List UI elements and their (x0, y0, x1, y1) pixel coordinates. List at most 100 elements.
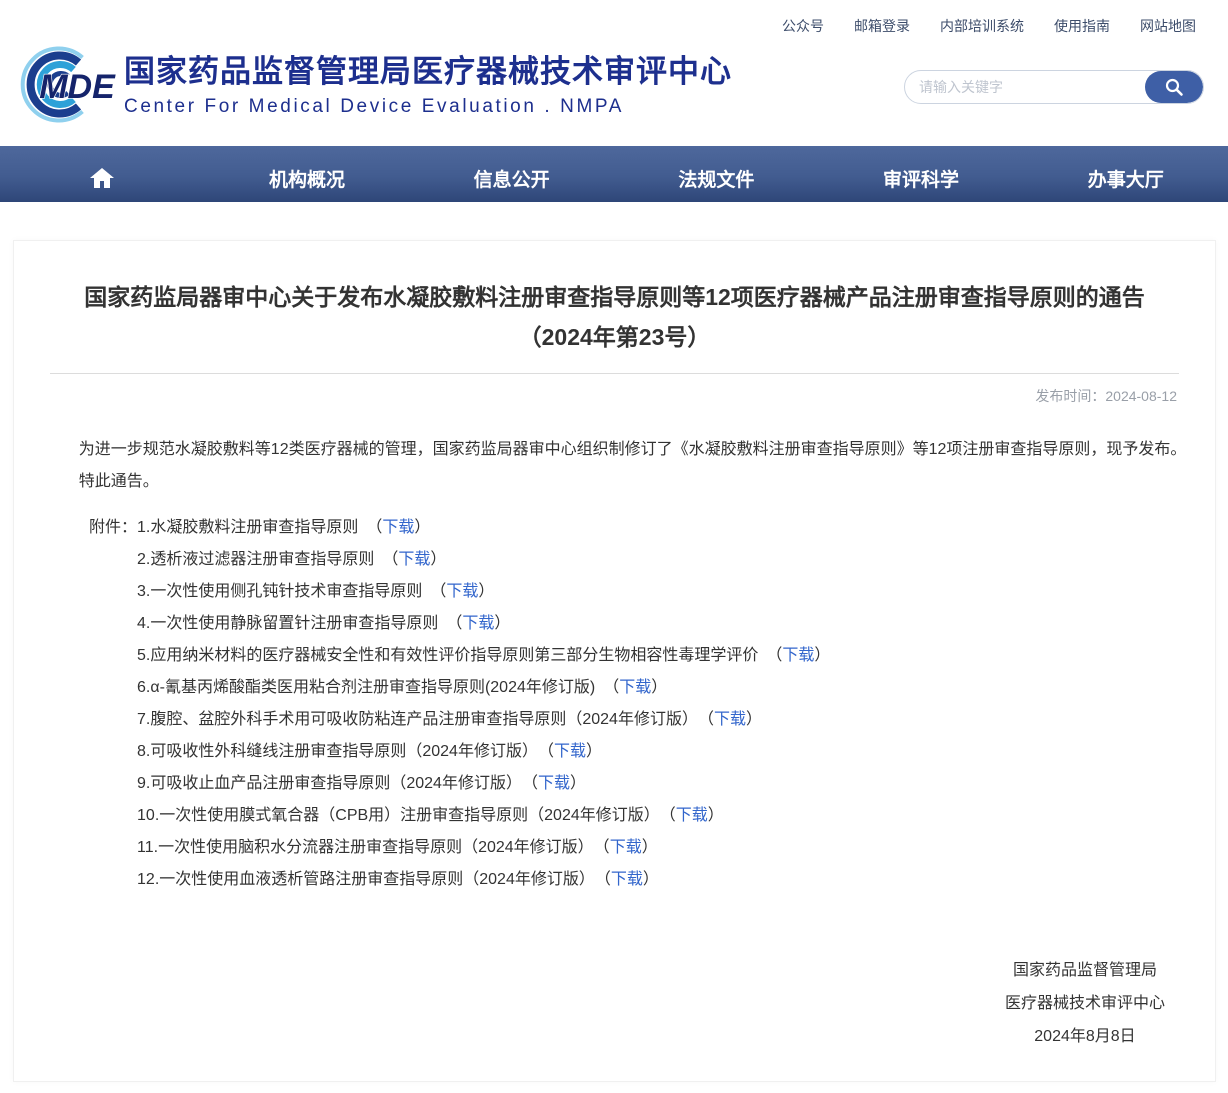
attachment-title: 6.α-氰基丙烯酸酯类医用粘合剂注册审查指导原则(2024年修订版) (137, 679, 595, 696)
site-logo[interactable]: MDE 国家药品监督管理局医疗器械技术审评中心 Center For Medic… (16, 42, 732, 128)
attachment-download-link[interactable]: 下载 (382, 519, 414, 536)
nav-item-review-science[interactable]: 审评科学 (819, 146, 1024, 202)
paren-close: ） (651, 679, 667, 696)
signature-org-line1: 国家药品监督管理局 (1005, 954, 1165, 987)
search-button[interactable] (1145, 71, 1203, 103)
attachment-title: 8.可吸收性外科缝线注册审查指导原则（2024年修订版） (137, 743, 538, 760)
attachment-row: 10.一次性使用膜式氧合器（CPB用）注册审查指导原则（2024年修订版） （下载… (137, 800, 830, 832)
publish-date: 2024-08-12 (1105, 388, 1177, 404)
paren-close: ） (814, 647, 830, 664)
attachment-download-link[interactable]: 下载 (714, 711, 746, 728)
paren-open: （ (706, 711, 714, 728)
attachment-row: 11.一次性使用脑积水分流器注册审查指导原则（2024年修订版） （下载） (137, 832, 830, 864)
attachment-download-link[interactable]: 下载 (398, 551, 430, 568)
paren-open: （ (382, 551, 398, 568)
paren-close: ） (746, 711, 762, 728)
search-input[interactable] (905, 71, 1145, 103)
attachment-download-link[interactable]: 下载 (782, 647, 814, 664)
paren-close: ） (586, 743, 602, 760)
cmde-logo-icon: MDE (16, 42, 118, 128)
nav-item-service-hall[interactable]: 办事大厅 (1023, 146, 1228, 202)
attachment-download-link[interactable]: 下载 (538, 775, 570, 792)
attachment-row: 12.一次性使用血液透析管路注册审查指导原则（2024年修订版） （下载） (137, 864, 830, 896)
nav-item-home[interactable] (0, 146, 205, 202)
attachment-title: 5.应用纳米材料的医疗器械安全性和有效性评价指导原则第三部分生物相容性毒理学评价 (137, 647, 758, 664)
paren-open: （ (366, 519, 382, 536)
attachment-title: 7.腹腔、盆腔外科手术用可吸收防粘连产品注册审查指导原则（2024年修订版） (137, 711, 698, 728)
attachment-row: 6.α-氰基丙烯酸酯类医用粘合剂注册审查指导原则(2024年修订版) （下载） (137, 672, 830, 704)
signature-org-line2: 医疗器械技术审评中心 (1005, 987, 1165, 1020)
attachment-title: 1.水凝胶敷料注册审查指导原则 (137, 519, 358, 536)
paren-open: （ (430, 583, 446, 600)
paren-close: ） (570, 775, 586, 792)
main-nav: 机构概况 信息公开 法规文件 审评科学 办事大厅 (0, 146, 1228, 202)
paren-close: ） (414, 519, 430, 536)
attachment-title: 11.一次性使用脑积水分流器注册审查指导原则（2024年修订版） (137, 839, 594, 856)
top-links-bar: 公众号 邮箱登录 内部培训系统 使用指南 网站地图 (0, 0, 1228, 36)
attachment-row: 5.应用纳米材料的医疗器械安全性和有效性评价指导原则第三部分生物相容性毒理学评价… (137, 640, 830, 672)
nav-item-info-disclosure[interactable]: 信息公开 (409, 146, 614, 202)
attachment-download-link[interactable]: 下载 (610, 839, 642, 856)
top-link-mail-login[interactable]: 邮箱登录 (854, 16, 910, 36)
attachment-title: 2.透析液过滤器注册审查指导原则 (137, 551, 374, 568)
nav-item-about[interactable]: 机构概况 (205, 146, 410, 202)
search-box (904, 70, 1204, 104)
attachment-title: 12.一次性使用血液透析管路注册审查指导原则（2024年修订版） (137, 871, 595, 888)
top-link-training-system[interactable]: 内部培训系统 (940, 16, 1024, 36)
article-paragraph: 特此通告。 (34, 466, 1195, 498)
paren-close: ） (642, 839, 658, 856)
paren-close: ） (643, 871, 659, 888)
attachment-row: 3.一次性使用侧孔钝针技术审查指导原则 （下载） (137, 576, 830, 608)
paren-close: ） (478, 583, 494, 600)
attachment-download-link[interactable]: 下载 (462, 615, 494, 632)
paren-open: （ (530, 775, 538, 792)
paren-close: ） (430, 551, 446, 568)
top-link-site-map[interactable]: 网站地图 (1140, 16, 1196, 36)
search-icon (1164, 77, 1184, 97)
paren-close: ） (708, 807, 724, 824)
paren-open: （ (546, 743, 554, 760)
attachment-download-link[interactable]: 下载 (619, 679, 651, 696)
paren-open: （ (602, 839, 610, 856)
nav-item-regulations[interactable]: 法规文件 (614, 146, 819, 202)
attachments-section: 附件： 1.水凝胶敷料注册审查指导原则（下载） 2.透析液过滤器注册审查指导原则… (89, 512, 1215, 896)
article-title: 国家药监局器审中心关于发布水凝胶敷料注册审查指导原则等12项医疗器械产品注册审查… (56, 277, 1173, 357)
paren-open: （ (446, 615, 462, 632)
attachments-label: 附件： (89, 512, 137, 544)
attachment-row: 1.水凝胶敷料注册审查指导原则 （下载） (137, 512, 830, 544)
site-title-cn: 国家药品监督管理局医疗器械技术审评中心 (124, 52, 732, 92)
site-header: 公众号 邮箱登录 内部培训系统 使用指南 网站地图 MDE 国家药品监督管理局医… (0, 0, 1228, 146)
attachment-download-link[interactable]: 下载 (446, 583, 478, 600)
publish-time-label: 发布时间： (1035, 388, 1105, 404)
paren-open: （ (766, 647, 782, 664)
paren-open: （ (603, 871, 611, 888)
attachment-download-link[interactable]: 下载 (676, 807, 708, 824)
site-title-en: Center For Medical Device Evaluation . N… (124, 96, 732, 118)
attachment-row: 4.一次性使用静脉留置针注册审查指导原则 （下载） (137, 608, 830, 640)
attachment-row: 7.腹腔、盆腔外科手术用可吸收防粘连产品注册审查指导原则（2024年修订版） （下… (137, 704, 830, 736)
attachment-title: 9.可吸收止血产品注册审查指导原则（2024年修订版） (137, 775, 522, 792)
signature-date: 2024年8月8日 (1005, 1020, 1165, 1053)
paren-open: （ (668, 807, 676, 824)
attachment-title: 4.一次性使用静脉留置针注册审查指导原则 (137, 615, 438, 632)
attachments-list: 1.水凝胶敷料注册审查指导原则（下载） 2.透析液过滤器注册审查指导原则（下载）… (137, 512, 830, 896)
attachment-row: 8.可吸收性外科缝线注册审查指导原则（2024年修订版） （下载） (137, 736, 830, 768)
notice-article-card: 国家药监局器审中心关于发布水凝胶敷料注册审查指导原则等12项医疗器械产品注册审查… (13, 240, 1216, 1082)
attachment-download-link[interactable]: 下载 (611, 871, 643, 888)
attachment-row: 9.可吸收止血产品注册审查指导原则（2024年修订版） （下载） (137, 768, 830, 800)
home-icon (89, 166, 115, 190)
attachment-title: 3.一次性使用侧孔钝针技术审查指导原则 (137, 583, 422, 600)
article-paragraph: 为进一步规范水凝胶敷料等12类医疗器械的管理，国家药监局器审中心组织制修订了《水… (34, 434, 1195, 466)
paren-close: ） (494, 615, 510, 632)
attachment-title: 10.一次性使用膜式氧合器（CPB用）注册审查指导原则（2024年修订版） (137, 807, 660, 824)
svg-text:MDE: MDE (39, 68, 116, 106)
title-divider (50, 373, 1179, 374)
attachment-download-link[interactable]: 下载 (554, 743, 586, 760)
signature-block: 国家药品监督管理局 医疗器械技术审评中心 2024年8月8日 (14, 954, 1165, 1053)
top-link-wechat[interactable]: 公众号 (782, 16, 824, 36)
paren-open: （ (603, 679, 619, 696)
attachment-row: 2.透析液过滤器注册审查指导原则 （下载） (137, 544, 830, 576)
main-nav-list: 机构概况 信息公开 法规文件 审评科学 办事大厅 (0, 146, 1228, 202)
publish-time: 发布时间：2024-08-12 (52, 386, 1177, 406)
top-link-user-guide[interactable]: 使用指南 (1054, 16, 1110, 36)
